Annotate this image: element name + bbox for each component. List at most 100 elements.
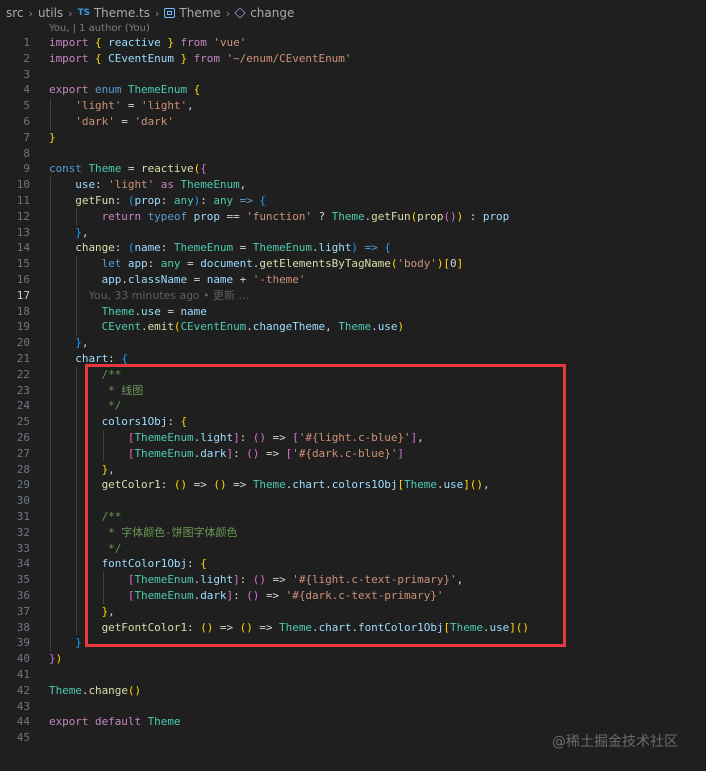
code-line[interactable]: 8 — [0, 146, 706, 162]
code-text: Theme.change() — [49, 683, 141, 699]
code-token: Theme — [338, 320, 372, 334]
code-line[interactable]: 44 export default Theme — [0, 714, 706, 730]
code-text: export enum ThemeEnum { — [49, 82, 200, 98]
indent-guide — [76, 208, 78, 225]
code-line[interactable]: 7} — [0, 130, 706, 146]
code-token: getFun — [75, 194, 115, 207]
line-number: 20 — [16, 336, 30, 350]
code-text: export default Theme — [49, 714, 181, 730]
code-token: enum — [95, 83, 122, 97]
code-token: CEvent — [101, 320, 142, 334]
code-line[interactable]: 15 let app: any = document.getElementsBy… — [0, 256, 706, 272]
code-token: , — [81, 225, 89, 239]
breadcrumb-src[interactable]: src — [6, 6, 24, 20]
code-token: Theme — [147, 715, 181, 729]
code-token: } — [75, 336, 82, 350]
code-text: app.className = name + '-theme' — [49, 272, 306, 288]
line-number: 4 — [23, 83, 30, 97]
line-number: 28 — [16, 462, 30, 476]
breadcrumb-file[interactable]: TS Theme.ts — [78, 6, 150, 20]
breadcrumb-symbol-change[interactable]: change — [234, 6, 294, 20]
code-text: change: (name: ThemeEnum = ThemeEnum.lig… — [49, 240, 391, 256]
code-line[interactable]: 19 CEvent.emit(CEventEnum.changeTheme, T… — [0, 319, 706, 335]
code-line[interactable]: 42 Theme.change() — [0, 683, 706, 699]
code-token: name — [206, 273, 234, 286]
code-token: . — [246, 320, 253, 334]
code-line[interactable]: 4 export enum ThemeEnum { — [0, 82, 706, 98]
code-token: 'light' — [141, 99, 188, 113]
code-token: '-theme' — [252, 273, 306, 286]
code-token: ThemeEnum — [180, 178, 240, 192]
code-line[interactable]: 14 change: (name: ThemeEnum = ThemeEnum.… — [0, 240, 706, 256]
code-token: : — [114, 194, 128, 207]
code-token: app — [101, 273, 122, 286]
code-token: default — [95, 715, 142, 729]
code-line[interactable]: 1 import { reactive } from 'vue' — [0, 35, 706, 51]
code-token: as — [160, 178, 174, 192]
code-text: let app: any = document.getElementsByTag… — [49, 256, 464, 272]
code-line[interactable]: 12 return typeof prop == 'function' ? Th… — [0, 209, 706, 225]
code-text: }) — [49, 651, 62, 667]
code-line[interactable]: 40}) — [0, 651, 706, 667]
code-line[interactable]: 11 getFun: (prop: any): any => { — [0, 193, 706, 209]
code-token: use — [141, 304, 161, 318]
code-token: getFun — [371, 209, 411, 223]
code-token: , — [239, 178, 247, 192]
code-line[interactable]: 5 'light' = 'light', — [0, 98, 706, 114]
breadcrumb-symbol-theme-label: Theme — [179, 6, 221, 20]
code-line[interactable]: 3 — [0, 67, 706, 83]
code-line[interactable]: 9 const Theme = reactive({ — [0, 161, 706, 177]
code-text: import { reactive } from 'vue' — [49, 35, 246, 51]
breadcrumb-utils-label: utils — [37, 6, 64, 20]
code-token: prop — [134, 194, 161, 207]
code-token: . — [121, 273, 128, 286]
code-line[interactable]: 6 'dark' = 'dark' — [0, 114, 706, 130]
line-number: 7 — [23, 130, 30, 144]
code-text: } — [49, 130, 56, 146]
code-token: '~/enum/CEventEnum' — [226, 51, 352, 65]
code-token: any — [213, 194, 234, 207]
line-number: 17 — [16, 288, 30, 302]
code-line[interactable]: 20 }, — [0, 335, 706, 351]
code-line[interactable]: 13 }, — [0, 225, 706, 241]
code-line[interactable]: 17 You, 33 minutes ago • 更新 … — [0, 288, 706, 304]
code-line[interactable]: 10 use: 'light' as ThemeEnum, — [0, 177, 706, 193]
code-token: 'dark' — [75, 115, 115, 128]
indent-guide — [76, 256, 78, 336]
code-token: = — [233, 241, 253, 255]
code-text: use: 'light' as ThemeEnum, — [49, 177, 246, 193]
line-number: 36 — [16, 589, 30, 602]
code-token: import — [49, 51, 89, 65]
code-token: : — [95, 178, 109, 192]
indent-guide — [50, 177, 51, 652]
code-text: Theme.use = name — [49, 304, 207, 320]
code-line[interactable]: 18 Theme.use = name — [0, 304, 706, 320]
line-number: 41 — [16, 668, 30, 681]
code-token: ) — [351, 241, 358, 255]
breadcrumb-symbol-theme[interactable]: Theme — [164, 6, 221, 20]
code-token: ) — [55, 652, 63, 666]
code-line[interactable]: 16 app.className = name + '-theme' — [0, 272, 706, 288]
line-number: 40 — [16, 652, 30, 666]
code-token: { — [193, 83, 201, 97]
code-token: : — [463, 209, 483, 223]
code-token: from — [193, 51, 220, 65]
code-token: { — [259, 194, 266, 207]
code-token: name — [180, 304, 207, 318]
code-line[interactable]: 41 — [0, 667, 706, 683]
code-token: = — [180, 257, 201, 271]
code-line[interactable]: 43 — [0, 699, 706, 715]
breadcrumb-utils[interactable]: utils — [38, 6, 63, 20]
code-token: } — [75, 225, 82, 239]
line-number: 8 — [23, 146, 30, 160]
code-token: ThemeEnum — [173, 241, 234, 255]
code-line[interactable]: 2 import { CEventEnum } from '~/enum/CEve… — [0, 51, 706, 67]
